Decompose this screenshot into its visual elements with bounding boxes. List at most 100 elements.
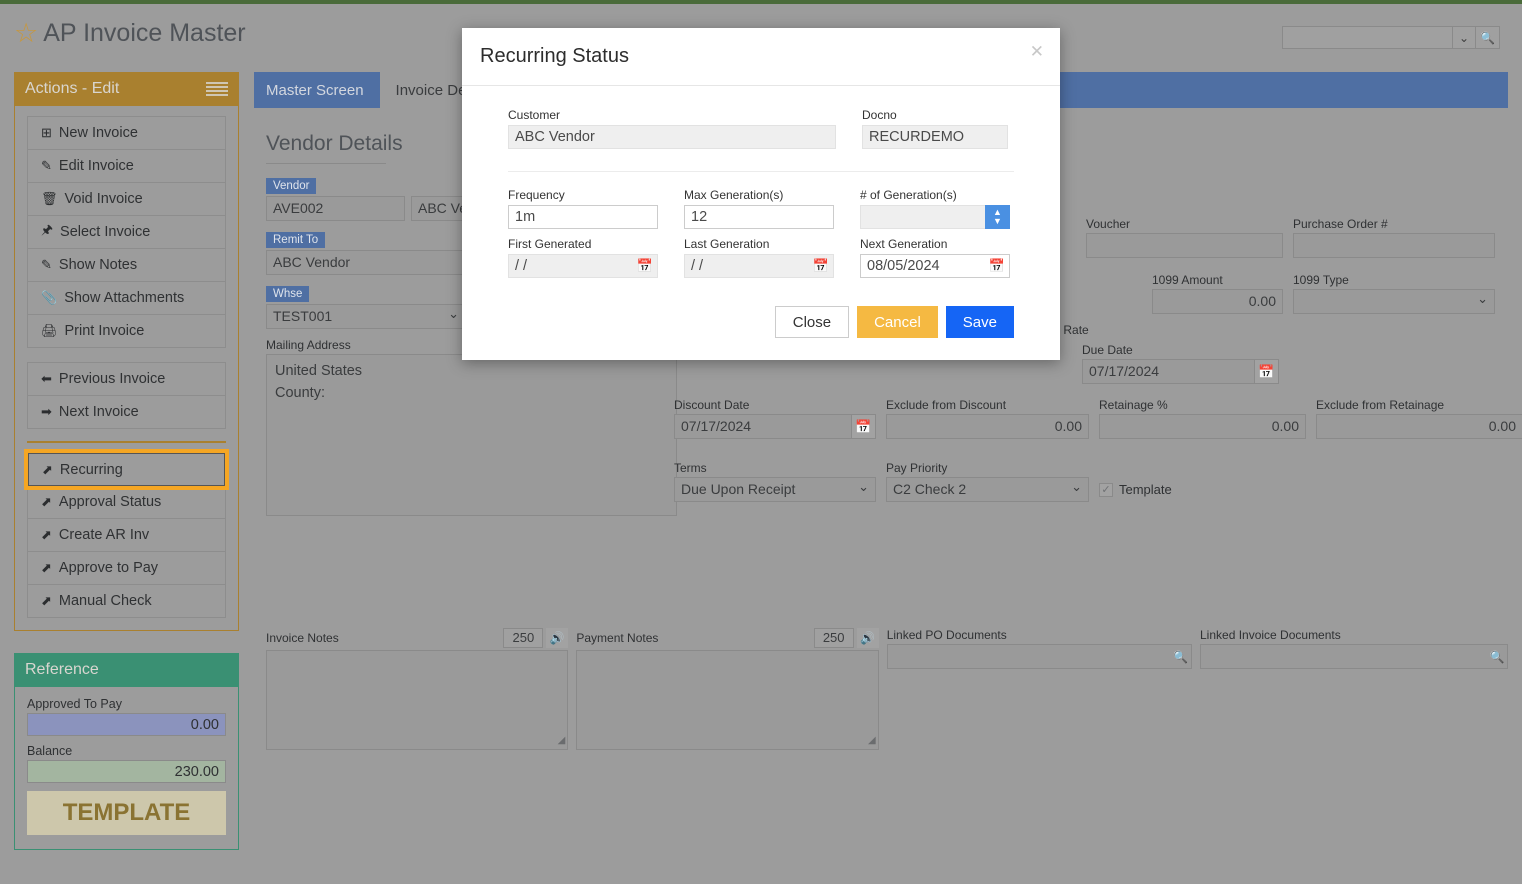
docno-label: Docno	[862, 108, 897, 122]
speaker-icon[interactable]: 🔊	[856, 628, 879, 648]
cancel-button[interactable]: Cancel	[857, 306, 938, 338]
sidebar-item-approval-status[interactable]: ⬈ Approval Status	[28, 486, 225, 519]
type-1099-field: 1099 Type	[1293, 273, 1495, 314]
docno-input[interactable]: RECURDEMO	[862, 125, 1008, 149]
chevron-down-icon[interactable]: ▼	[993, 217, 1002, 226]
sidebar-item-print-invoice[interactable]: 🖨 Print Invoice	[28, 315, 225, 348]
exclude-discount-input[interactable]: 0.00	[886, 414, 1089, 439]
sidebar-item-edit-invoice[interactable]: ✎ Edit Invoice	[28, 150, 225, 183]
voucher-input[interactable]	[1086, 233, 1283, 258]
star-icon[interactable]: ☆	[14, 19, 38, 47]
modal-customer-field: Customer ABC Vendor	[508, 108, 836, 149]
paperclip-icon: 📎	[41, 290, 58, 305]
speaker-icon[interactable]: 🔊	[546, 628, 569, 648]
keyno-field: Keyno 3476	[674, 524, 1522, 565]
invoice-notes-textarea[interactable]: ◢	[266, 650, 569, 750]
modal-docno-field: Docno RECURDEMO	[862, 108, 1008, 149]
template-checkbox-wrap[interactable]: ✓ Template	[1099, 477, 1172, 502]
sidebar-item-new-invoice[interactable]: ⊞ New Invoice	[28, 117, 225, 150]
pencil-icon: ✎	[41, 158, 52, 173]
purchase-order-input[interactable]	[1293, 233, 1495, 258]
reference-panel-body: Approved To Pay 0.00 Balance 230.00 TEMP…	[14, 687, 239, 850]
payment-notes-textarea[interactable]: ◢	[576, 650, 879, 750]
due-date-input[interactable]: 07/17/2024	[1082, 359, 1254, 384]
sidebar-item-select-invoice[interactable]: 🖈 Select Invoice	[28, 216, 225, 249]
status-badge: TEMPLATE	[27, 791, 226, 835]
divider	[266, 163, 386, 164]
num-generations-input[interactable]	[860, 205, 985, 229]
calendar-icon[interactable]: 📅	[633, 254, 658, 278]
calendar-icon[interactable]: 📅	[851, 414, 876, 439]
checkbox-icon[interactable]: ✓	[1099, 482, 1113, 497]
close-button[interactable]: Close	[774, 306, 850, 338]
customer-label: Customer	[508, 108, 561, 122]
tab-master-screen[interactable]: Master Screen	[254, 72, 380, 108]
sidebar-item-previous-invoice[interactable]: ⬅ Previous Invoice	[28, 363, 225, 396]
template-label: Template	[1119, 482, 1172, 497]
divider	[27, 441, 226, 443]
sidebar-item-label: Recurring	[59, 461, 123, 478]
number-spinner[interactable]: ▲ ▼	[985, 205, 1010, 229]
retainage-input[interactable]: 0.00	[1099, 414, 1306, 439]
printer-icon: 🖨	[41, 323, 58, 338]
sidebar-item-label: Edit Invoice	[58, 158, 134, 174]
pay-priority-field: Pay Priority C2 Check 2	[886, 461, 1089, 502]
mailing-address-textarea[interactable]: United States County:	[266, 354, 677, 516]
terms-label: Terms	[674, 461, 707, 475]
modal-last-generation-field: Last Generation / / 📅	[684, 237, 834, 278]
sidebar-item-void-invoice[interactable]: 🗑 Void Invoice	[28, 183, 225, 216]
terms-select[interactable]: Due Upon Receipt	[674, 477, 876, 502]
linked-po-input[interactable]	[886, 644, 1192, 669]
sidebar-item-label: Previous Invoice	[58, 371, 166, 387]
amount-1099-input[interactable]: 0.00	[1152, 289, 1283, 314]
discount-date-field: Discount Date 07/17/2024 📅	[674, 398, 876, 439]
pin-icon: 🖈	[41, 222, 54, 237]
chevron-down-icon[interactable]: ⌄	[1452, 26, 1476, 49]
action-group-status: ⬈ Recurring ⬈ Approval Status ⬈ Create A…	[24, 449, 229, 618]
pay-priority-select[interactable]: C2 Check 2	[886, 477, 1089, 502]
next-generation-input[interactable]: 08/05/2024	[860, 254, 985, 278]
resize-handle[interactable]: ◢	[868, 733, 876, 748]
save-button[interactable]: Save	[945, 306, 1014, 338]
sidebar-item-next-invoice[interactable]: ➡ Next Invoice	[28, 396, 225, 429]
vendor-code-input[interactable]: AVE002	[266, 196, 405, 221]
sidebar-item-label: New Invoice	[58, 125, 138, 141]
sidebar-item-label: Approve to Pay	[58, 560, 159, 576]
whse-select[interactable]: TEST001	[266, 304, 466, 329]
exclude-retainage-input[interactable]: 0.00	[1316, 414, 1522, 439]
calendar-icon[interactable]: 📅	[809, 254, 834, 278]
linked-po-block: Linked PO Documents 🔍	[886, 628, 1192, 750]
first-generated-input[interactable]: / /	[508, 254, 633, 278]
hamburger-icon[interactable]	[206, 82, 228, 96]
sidebar-item-recurring[interactable]: ⬈ Recurring	[24, 449, 229, 490]
customer-input[interactable]: ABC Vendor	[508, 125, 836, 149]
frequency-input[interactable]: 1m	[508, 205, 658, 229]
due-date-label: Due Date	[1082, 343, 1133, 357]
type-1099-select[interactable]	[1293, 289, 1495, 314]
sidebar-item-manual-check[interactable]: ⬈ Manual Check	[28, 585, 225, 618]
search-icon[interactable]: 🔍	[1486, 650, 1508, 664]
discount-date-label: Discount Date	[674, 398, 750, 412]
action-group-navigation: ⬅ Previous Invoice ➡ Next Invoice	[27, 362, 226, 429]
type-1099-label: 1099 Type	[1293, 273, 1349, 287]
sidebar-item-show-notes[interactable]: ✎ Show Notes	[28, 249, 225, 282]
last-generation-input[interactable]: / /	[684, 254, 809, 278]
sidebar-item-show-attachments[interactable]: 📎 Show Attachments	[28, 282, 225, 315]
discount-date-input[interactable]: 07/17/2024	[674, 414, 851, 439]
modal-body: Customer ABC Vendor Docno RECURDEMO Freq…	[462, 86, 1060, 292]
modal-row-generation-dates: First Generated / / 📅 Last Generation / …	[508, 237, 1014, 278]
linked-invoice-input[interactable]	[1200, 644, 1508, 669]
arrow-right-icon: ➡	[41, 404, 52, 419]
sidebar-item-approve-to-pay[interactable]: ⬈ Approve to Pay	[28, 552, 225, 585]
linked-invoice-label: Linked Invoice Documents	[1200, 628, 1341, 642]
max-generations-input[interactable]: 12	[684, 205, 834, 229]
modal-row-customer: Customer ABC Vendor Docno RECURDEMO	[508, 108, 1014, 149]
sidebar-item-create-ar-inv[interactable]: ⬈ Create AR Inv	[28, 519, 225, 552]
calendar-icon[interactable]: 📅	[985, 254, 1010, 278]
search-input[interactable]	[1282, 26, 1452, 49]
search-icon[interactable]: 🔍	[1476, 26, 1500, 49]
search-icon[interactable]: 🔍	[1170, 650, 1192, 664]
resize-handle[interactable]: ◢	[558, 733, 566, 748]
close-icon[interactable]: ✕	[1030, 42, 1044, 62]
calendar-icon[interactable]: 📅	[1254, 359, 1279, 384]
